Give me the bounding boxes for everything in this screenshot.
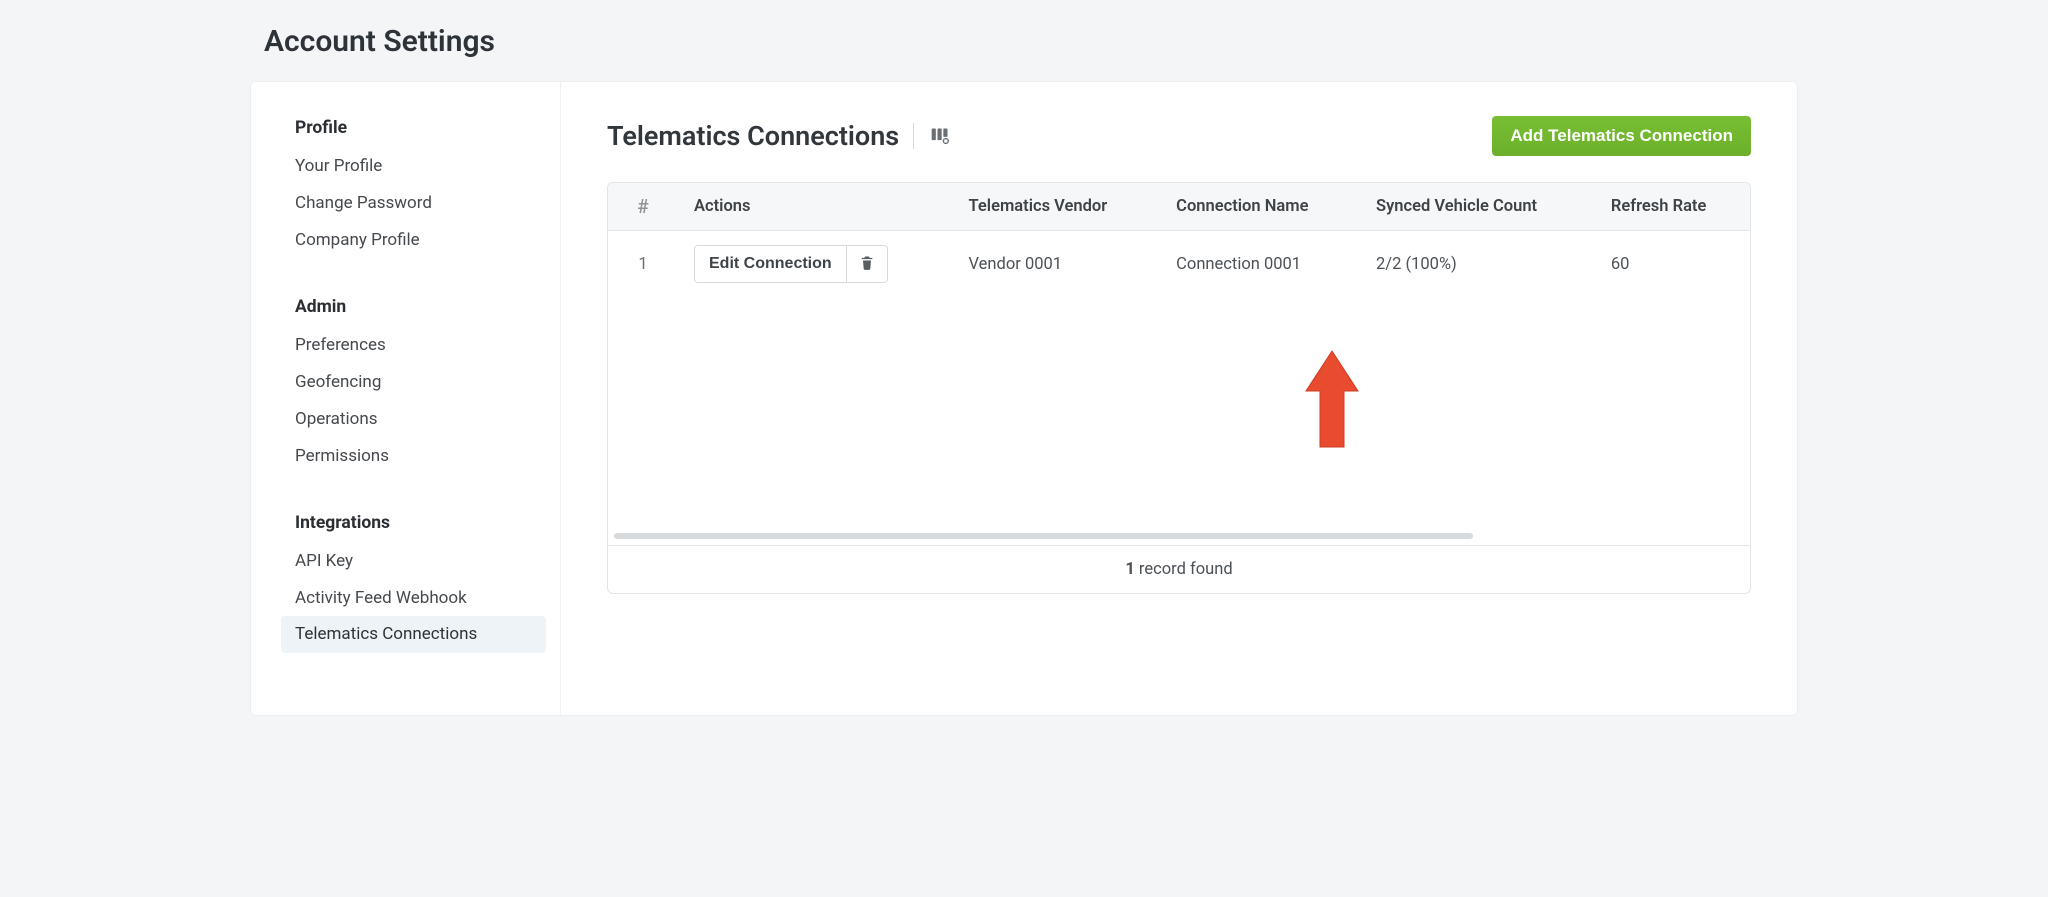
record-count: 1 [1125, 560, 1134, 579]
col-header-actions: Actions [678, 183, 953, 231]
sidebar-item-api-key[interactable]: API Key [281, 543, 546, 580]
sidebar-heading-integrations: Integrations [281, 507, 546, 539]
sidebar-item-company-profile[interactable]: Company Profile [281, 222, 546, 259]
section-title: Telematics Connections [607, 120, 899, 152]
connections-table: # Actions Telematics Vendor Connection N… [607, 182, 1751, 594]
col-header-synced-count: Synced Vehicle Count [1360, 183, 1595, 231]
table-row: 1 Edit Connection [608, 231, 1750, 298]
table-header-row: # Actions Telematics Vendor Connection N… [608, 183, 1750, 231]
add-telematics-connection-button[interactable]: Add Telematics Connection [1492, 116, 1751, 156]
title-separator [913, 123, 914, 149]
edit-connection-button[interactable]: Edit Connection [694, 245, 847, 283]
cell-actions: Edit Connection [678, 231, 953, 298]
settings-card: Profile Your Profile Change Password Com… [250, 81, 1798, 716]
horizontal-scrollbar[interactable] [614, 533, 1744, 539]
table-footer: 1 record found [608, 545, 1750, 593]
record-count-label: record found [1135, 560, 1233, 579]
cell-vendor: Vendor 0001 [953, 231, 1161, 298]
col-header-connection-name: Connection Name [1160, 183, 1360, 231]
sidebar-item-preferences[interactable]: Preferences [281, 327, 546, 364]
column-settings-icon[interactable] [928, 124, 952, 148]
main-panel: Telematics Connections [561, 82, 1797, 715]
cell-connection-name: Connection 0001 [1160, 231, 1360, 298]
sidebar-item-change-password[interactable]: Change Password [281, 185, 546, 222]
settings-sidebar: Profile Your Profile Change Password Com… [251, 82, 561, 715]
sidebar-item-activity-feed-webhook[interactable]: Activity Feed Webhook [281, 580, 546, 617]
delete-connection-button[interactable] [847, 245, 888, 283]
sidebar-heading-admin: Admin [281, 291, 546, 323]
page-title: Account Settings [250, 0, 1798, 81]
cell-row-number: 1 [608, 231, 678, 298]
col-header-number: # [608, 183, 678, 231]
sidebar-item-operations[interactable]: Operations [281, 401, 546, 438]
sidebar-item-telematics-connections[interactable]: Telematics Connections [281, 616, 546, 653]
col-header-vendor: Telematics Vendor [953, 183, 1161, 231]
trash-icon [859, 254, 875, 274]
sidebar-heading-profile: Profile [281, 112, 546, 144]
col-header-refresh-rate: Refresh Rate [1595, 183, 1750, 231]
cell-refresh-rate: 60 [1595, 231, 1750, 298]
sidebar-item-permissions[interactable]: Permissions [281, 438, 546, 475]
cell-synced-count: 2/2 (100%) [1360, 231, 1595, 298]
sidebar-item-geofencing[interactable]: Geofencing [281, 364, 546, 401]
annotation-arrow-icon [1300, 347, 1364, 461]
sidebar-item-your-profile[interactable]: Your Profile [281, 148, 546, 185]
